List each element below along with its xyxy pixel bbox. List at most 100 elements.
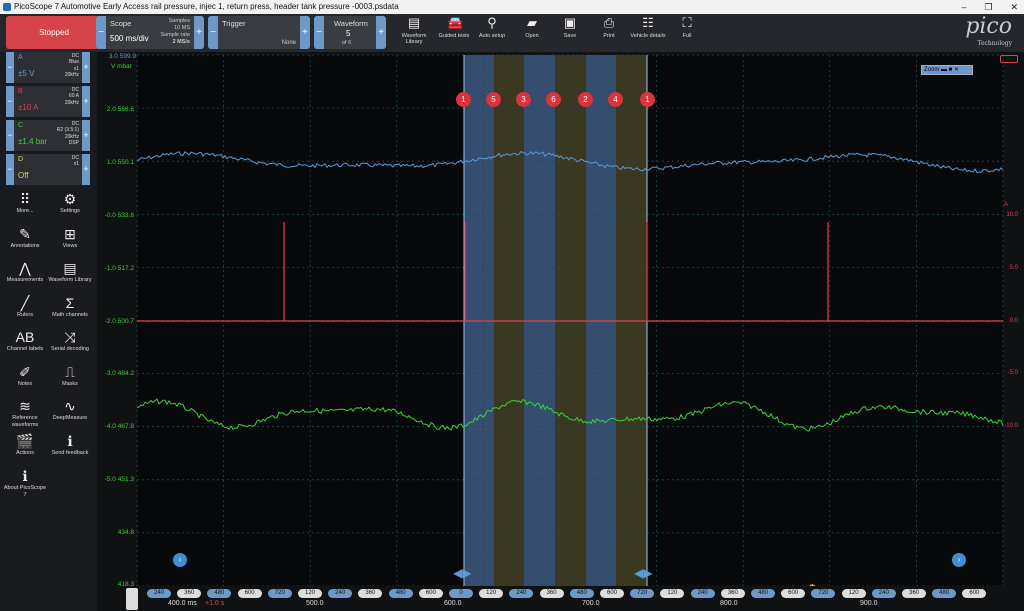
waveform-next-button[interactable]: + — [376, 16, 386, 49]
timeline-segment[interactable]: 120 — [660, 589, 685, 598]
run-stop-button[interactable]: Stopped — [6, 16, 102, 49]
measurements-button[interactable]: ⋀ Measurements — [3, 260, 47, 284]
channel-a-decrease[interactable]: − — [6, 52, 14, 83]
open-button[interactable]: ▰ Open — [514, 15, 550, 51]
masks-button[interactable]: ⎍ Masks — [48, 364, 92, 388]
timeline-segment[interactable]: 360 — [539, 589, 564, 598]
timeline-segment[interactable]: 600 — [600, 589, 624, 598]
timeline-segment[interactable]: 480 — [388, 589, 413, 598]
timeline-start-handle[interactable] — [126, 588, 138, 610]
timebase-increase-button[interactable]: + — [194, 16, 204, 49]
minimize-button[interactable]: – — [961, 0, 966, 14]
waveform-library-button[interactable]: ▤ Waveform Library — [48, 260, 92, 284]
save-button[interactable]: ▣ Save — [552, 15, 588, 51]
timeline-segment[interactable]: 600 — [418, 589, 443, 598]
injection-marker-2[interactable]: 2 — [578, 92, 593, 107]
timeline-segment[interactable]: 240 — [328, 589, 353, 598]
scroll-right-button[interactable]: › — [952, 553, 966, 567]
injection-marker-3[interactable]: 3 — [516, 92, 531, 107]
channel-c-control[interactable]: − C ±1.4 bar DC R2 (3.5:1) 20kHz DSP + — [6, 120, 90, 151]
timeline-segment[interactable]: 0 — [449, 589, 473, 598]
timeline-segment[interactable]: 240 — [690, 589, 715, 598]
about-button[interactable]: ℹ About PicoScope 7 — [3, 468, 47, 498]
channel-d-range[interactable]: Off — [18, 171, 29, 180]
timeline-segment[interactable]: 360 — [902, 589, 926, 598]
injection-marker-1[interactable]: 1 — [456, 92, 471, 107]
timeline-segment[interactable]: 600 — [237, 589, 262, 598]
vehicle-details-button[interactable]: ☷ Vehicle details — [630, 15, 666, 51]
timeline-segment[interactable]: 360 — [177, 589, 202, 598]
channel-c-range[interactable]: ±1.4 bar — [18, 137, 47, 146]
timeline-segment[interactable]: 240 — [509, 589, 534, 598]
timeline-segment[interactable]: 600 — [781, 589, 806, 598]
channel-c-decrease[interactable]: − — [6, 120, 14, 151]
injection-marker-1b[interactable]: 1 — [640, 92, 655, 107]
full-button[interactable]: ⛶ Full — [669, 15, 705, 51]
waveform-library-button[interactable]: ▤ Waveform Library — [396, 15, 432, 51]
scroll-left-button[interactable]: ‹ — [173, 553, 187, 567]
channel-a-range[interactable]: ±5 V — [18, 69, 34, 78]
timeline-segment[interactable]: 480 — [751, 589, 775, 598]
actions-button[interactable]: 🎬 Actions — [3, 433, 47, 457]
folder-icon: ▰ — [527, 15, 537, 30]
notes-button[interactable]: ✐ Notes — [3, 364, 47, 388]
timeline-segment[interactable]: 600 — [962, 589, 987, 598]
reference-waveforms-button[interactable]: ≋ Reference waveforms — [3, 398, 47, 428]
channel-c-increase[interactable]: + — [82, 120, 90, 151]
views-button[interactable]: ⊞ Views — [48, 226, 92, 250]
injection-marker-5[interactable]: 5 — [486, 92, 501, 107]
timeline-segment[interactable]: 240 — [147, 589, 171, 598]
channel-labels-button[interactable]: AB Channel labels — [3, 329, 47, 353]
injection-marker-4[interactable]: 4 — [608, 92, 623, 107]
channel-d-increase[interactable]: + — [82, 154, 90, 185]
red-channel-indicator — [1000, 55, 1018, 63]
print-icon: ⎙ — [603, 15, 615, 30]
injection-marker-6[interactable]: 6 — [546, 92, 561, 107]
math-channels-button[interactable]: Σ Math channels — [48, 295, 92, 319]
channel-d-control[interactable]: − D Off DC x1 + — [6, 154, 90, 185]
zoom-overview-box[interactable]: Zoom ▬ ■ ✕ — [921, 65, 973, 75]
more-button[interactable]: ⠿ More... — [3, 191, 47, 215]
send-feedback-button[interactable]: ℹ Send feedback — [48, 433, 92, 457]
ruler-handle-right[interactable]: ◀▶ — [634, 566, 652, 580]
channel-b-decrease[interactable]: − — [6, 86, 14, 117]
channel-d-decrease[interactable]: − — [6, 154, 14, 185]
deepmeasure-button[interactable]: ∿ DeepMeasure — [48, 398, 92, 422]
serial-decoding-button[interactable]: ⤨ Serial decoding — [48, 329, 92, 353]
trigger-mode[interactable]: None — [282, 40, 296, 46]
ruler-handle-left[interactable]: ◀▶ — [453, 566, 471, 580]
timeline-segment[interactable]: 360 — [358, 589, 383, 598]
maximize-button[interactable]: ❐ — [984, 0, 992, 14]
auto-setup-button[interactable]: ⚲ Auto setup — [474, 15, 510, 51]
deepmeasure-label: DeepMeasure — [52, 415, 88, 421]
trigger-increase-button[interactable]: + — [300, 16, 310, 49]
scope-plot-area[interactable] — [137, 55, 1003, 586]
waveform-previous-button[interactable]: − — [314, 16, 324, 49]
channel-a-increase[interactable]: + — [82, 52, 90, 83]
library-icon: ▤ — [407, 15, 421, 30]
timeline-segment[interactable]: 480 — [932, 589, 957, 598]
annotations-button[interactable]: ✎ Annotations — [3, 226, 47, 250]
timeline-segment[interactable]: 360 — [720, 589, 745, 598]
timeline-segment[interactable]: 720 — [267, 589, 292, 598]
timeline-segment[interactable]: 480 — [569, 589, 594, 598]
timeline-segment[interactable]: 720 — [811, 589, 836, 598]
close-button[interactable]: ✕ — [1010, 0, 1018, 14]
timeline-segment[interactable]: 480 — [207, 589, 232, 598]
channel-b-control[interactable]: − B ±10 A DC 60 A 20kHz + — [6, 86, 90, 117]
timeline-segment[interactable]: 120 — [298, 589, 322, 598]
timeline-segment[interactable]: 720 — [630, 589, 655, 598]
timeline-segment[interactable]: 120 — [841, 589, 866, 598]
timeline-segment[interactable]: 240 — [871, 589, 896, 598]
guided-tests-button[interactable]: 🚘 Guided tests — [436, 15, 472, 51]
channel-b-range[interactable]: ±10 A — [18, 103, 38, 112]
settings-button[interactable]: ⚙ Settings — [48, 191, 92, 215]
timebase-value[interactable]: 500 ms/div — [110, 34, 149, 43]
channel-b-increase[interactable]: + — [82, 86, 90, 117]
channel-a-control[interactable]: − A ±5 V DC Blue x1 20kHz + — [6, 52, 90, 83]
print-button[interactable]: ⎙ Print — [591, 15, 627, 51]
rulers-button[interactable]: ╱ Rulers — [3, 295, 47, 319]
timeline-segment[interactable]: 120 — [479, 589, 504, 598]
trigger-decrease-button[interactable]: − — [208, 16, 218, 49]
timebase-decrease-button[interactable]: − — [96, 16, 106, 49]
